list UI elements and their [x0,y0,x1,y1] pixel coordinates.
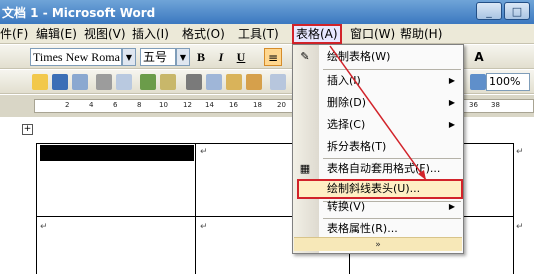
annotation-arrow [329,45,427,181]
arrow-line [329,45,427,181]
